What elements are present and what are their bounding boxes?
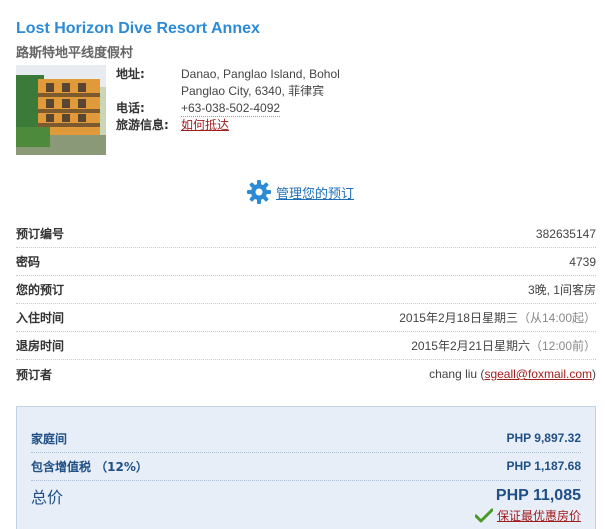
checkmark-icon <box>474 508 493 522</box>
booker-email-link[interactable]: sgeall@foxmail.com <box>484 367 592 381</box>
checkout-label: 退房时间 <box>16 339 65 353</box>
checkin-time: （从14:00起） <box>517 311 596 325</box>
hotel-name[interactable]: Lost Horizon Dive Resort Annex <box>16 20 260 38</box>
checkin-date: 2015年2月18日星期三 <box>399 311 518 325</box>
gear-icon <box>247 180 271 204</box>
checkout-date: 2015年2月21日星期六 <box>411 339 530 353</box>
address-line-1: Danao, Panglao Island, Bohol <box>181 67 340 81</box>
booker-close: ) <box>592 367 596 381</box>
best-price-guarantee-link[interactable]: 保证最优惠房价 <box>497 507 581 524</box>
total-row: 总价 PHP 11,085 <box>31 483 581 509</box>
total-label: 总价 <box>31 488 64 507</box>
divider <box>31 452 581 453</box>
pin-label: 密码 <box>16 255 41 269</box>
booking-number-label: 预订编号 <box>16 227 65 241</box>
manage-booking-link[interactable]: 管理您的预订 <box>246 179 354 205</box>
phone-row: 电话: +63-038-502-4092 <box>116 100 376 117</box>
checkout-time: （12:00前） <box>529 339 596 353</box>
booking-number-row: 预订编号 382635147 <box>16 220 596 248</box>
phone-label: 电话: <box>116 101 145 115</box>
checkout-row: 退房时间 2015年2月21日星期六（12:00前） <box>16 332 596 360</box>
total-value: PHP 11,085 <box>495 487 581 504</box>
vat-value: PHP 1,187.68 <box>506 459 581 473</box>
hotel-info: 地址: Danao, Panglao Island, Bohol Panglao… <box>116 66 376 134</box>
address-row: 地址: Danao, Panglao Island, Bohol Panglao… <box>116 66 376 100</box>
address-label: 地址: <box>116 67 145 81</box>
hotel-photo[interactable] <box>16 65 106 155</box>
booker-name: chang liu ( <box>429 367 485 381</box>
reservation-row: 您的预订 3晚, 1间客房 <box>16 276 596 304</box>
booking-details: 预订编号 382635147 密码 4739 您的预订 3晚, 1间客房 入住时… <box>16 220 596 388</box>
vat-label: 包含增值税 （12%） <box>31 459 148 474</box>
directions-link[interactable]: 如何抵达 <box>181 118 229 132</box>
room-price-value: PHP 9,897.32 <box>506 431 581 445</box>
price-summary: 家庭间 PHP 9,897.32 包含增值税 （12%） PHP 1,187.6… <box>16 406 596 529</box>
best-price-guarantee[interactable]: 保证最优惠房价 <box>474 507 581 524</box>
checkin-value: 2015年2月18日星期三（从14:00起） <box>399 309 596 326</box>
phone-value[interactable]: +63-038-502-4092 <box>181 101 281 117</box>
booker-label: 预订者 <box>16 367 53 382</box>
checkout-value: 2015年2月21日星期六（12:00前） <box>411 337 596 354</box>
pin-row: 密码 4739 <box>16 248 596 276</box>
reservation-value: 3晚, 1间客房 <box>527 283 596 297</box>
pin-value: 4739 <box>569 254 596 269</box>
reservation-label: 您的预订 <box>16 283 65 297</box>
address-line-2: Panglao City, 6340, 菲律宾 <box>181 84 325 98</box>
room-type-label: 家庭间 <box>31 431 68 446</box>
vat-row: 包含增值税 （12%） PHP 1,187.68 <box>31 455 581 477</box>
travel-row: 旅游信息: 如何抵达 <box>116 117 376 134</box>
manage-booking-label[interactable]: 管理您的预订 <box>276 183 354 202</box>
booking-number-value: 382635147 <box>535 226 596 241</box>
checkin-label: 入住时间 <box>16 311 65 325</box>
checkin-row: 入住时间 2015年2月18日星期三（从14:00起） <box>16 304 596 332</box>
travel-label: 旅游信息: <box>116 118 169 132</box>
hotel-name-cn: 路斯特地平线度假村 <box>16 46 134 61</box>
divider <box>31 480 581 481</box>
booker-row: 预订者 chang liu (sgeall@foxmail.com) <box>16 360 596 388</box>
room-price-row: 家庭间 PHP 9,897.32 <box>31 427 581 449</box>
booker-value: chang liu (sgeall@foxmail.com) <box>429 367 596 381</box>
